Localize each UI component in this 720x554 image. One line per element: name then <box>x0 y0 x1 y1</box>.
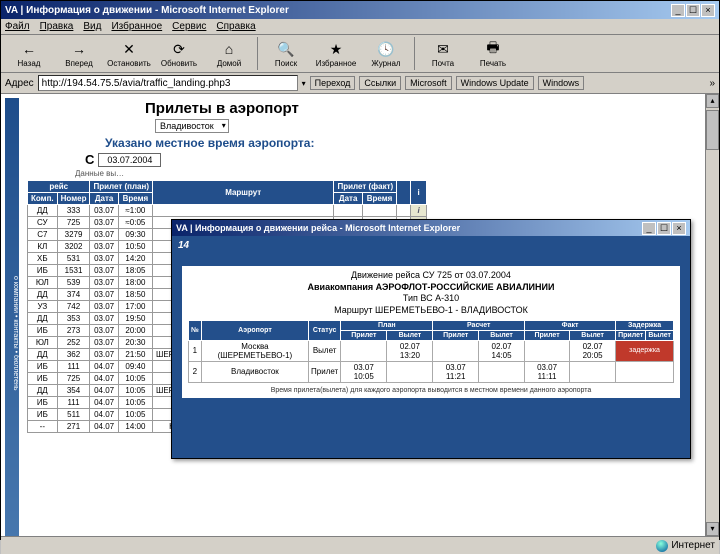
page-content: о компании • контакты • бюллетень Прилет… <box>1 94 719 536</box>
links-button[interactable]: Ссылки <box>359 76 401 90</box>
mail-icon: ✉ <box>433 39 453 59</box>
popup-maximize[interactable]: ☐ <box>657 222 671 235</box>
toolbar-mail[interactable]: ✉Почта <box>419 37 467 70</box>
menubar: Файл Правка Вид Избранное Сервис Справка <box>1 19 719 35</box>
address-label: Адрес <box>5 78 34 89</box>
popup-title: VA | Информация о движении рейса - Micro… <box>176 223 642 233</box>
menu-favorites[interactable]: Избранное <box>111 21 162 32</box>
maximize-button[interactable]: ☐ <box>686 4 700 17</box>
detail-row: 2ВладивостокПрилет03.07 10:0503.07 11:21… <box>189 361 674 382</box>
toolbar-favorites[interactable]: ★Избранное <box>312 37 360 70</box>
window-buttons: _ ☐ × <box>671 4 715 17</box>
main-ie-window: VA | Информация о движении - Microsoft I… <box>0 0 720 540</box>
toolbar-refresh[interactable]: ⟳Обновить <box>155 37 203 70</box>
home-icon: ⌂ <box>219 39 239 59</box>
flight-detail-popup: VA | Информация о движении рейса - Micro… <box>171 219 691 459</box>
popup-close[interactable]: × <box>672 222 686 235</box>
status-bar: Интернет <box>1 536 719 554</box>
date-input[interactable]: 03.07.2004 <box>98 153 161 167</box>
popup-header: Движение рейса СУ 725 от 03.07.2004 Авиа… <box>188 270 674 317</box>
menu-tools[interactable]: Сервис <box>172 21 206 32</box>
forward-icon: → <box>69 39 89 59</box>
link-windows[interactable]: Windows <box>538 76 585 90</box>
vertical-scrollbar[interactable]: ▴ ▾ <box>705 94 719 536</box>
favorites-icon: ★ <box>326 39 346 59</box>
popup-note: Время прилета(вылета) для каждого аэропо… <box>188 387 674 394</box>
page-title: Прилеты в аэропорт <box>145 100 715 117</box>
globe-icon <box>656 540 668 552</box>
search-icon: 🔍 <box>276 39 296 59</box>
main-window-title: VA | Информация о движении - Microsoft I… <box>5 5 671 16</box>
menu-help[interactable]: Справка <box>216 21 255 32</box>
stop-icon: ✕ <box>119 39 139 59</box>
refresh-icon: ⟳ <box>169 39 189 59</box>
address-bar: Адрес ▾ Переход Ссылки Microsoft Windows… <box>1 73 719 94</box>
menu-edit[interactable]: Правка <box>40 21 74 32</box>
detail-row: 1Москва (ШЕРЕМЕТЬЕВО-1)Вылет02.07 13:200… <box>189 340 674 361</box>
hdr-arrival: Прилет (план) <box>90 181 153 193</box>
hdr-fact: Прилет (факт) <box>334 181 397 193</box>
local-time-label: Указано местное время аэропорта: <box>105 136 715 150</box>
detail-table: № Аэропорт Статус План Расчет Факт Задер… <box>188 320 674 383</box>
scroll-thumb[interactable] <box>706 110 719 150</box>
toolbar-search[interactable]: 🔍Поиск <box>262 37 310 70</box>
history-icon: 🕓 <box>376 39 396 59</box>
hdr-flight: рейс <box>28 181 90 193</box>
from-label: С <box>85 152 94 167</box>
menu-file[interactable]: Файл <box>5 21 30 32</box>
scroll-down-icon[interactable]: ▾ <box>706 522 719 536</box>
toolbar-print[interactable]: 🖶Печать <box>469 37 517 70</box>
popup-logo: 14 <box>178 240 189 251</box>
go-button[interactable]: Переход <box>310 76 356 90</box>
data-stub: Данные вы… <box>75 169 715 178</box>
popup-minimize[interactable]: _ <box>642 222 656 235</box>
print-icon: 🖶 <box>483 39 503 59</box>
link-microsoft[interactable]: Microsoft <box>405 76 452 90</box>
toolbar-history[interactable]: 🕓Журнал <box>362 37 410 70</box>
status-internet: Интернет <box>656 540 715 552</box>
minimize-button[interactable]: _ <box>671 4 685 17</box>
toolbar-home[interactable]: ⌂Домой <box>205 37 253 70</box>
airport-select[interactable]: Владивосток <box>155 119 229 133</box>
close-button[interactable]: × <box>701 4 715 17</box>
menu-view[interactable]: Вид <box>83 21 101 32</box>
info-button[interactable]: i <box>411 205 427 217</box>
toolbar: ←Назад →Вперед ✕Остановить ⟳Обновить ⌂До… <box>1 35 719 73</box>
scroll-up-icon[interactable]: ▴ <box>706 94 719 108</box>
popup-titlebar: VA | Информация о движении рейса - Micro… <box>172 220 690 236</box>
main-titlebar: VA | Информация о движении - Microsoft I… <box>1 1 719 19</box>
toolbar-stop[interactable]: ✕Остановить <box>105 37 153 70</box>
toolbar-forward[interactable]: →Вперед <box>55 37 103 70</box>
link-winupdate[interactable]: Windows Update <box>456 76 534 90</box>
address-input[interactable] <box>38 75 298 91</box>
back-icon: ← <box>19 39 39 59</box>
toolbar-back[interactable]: ←Назад <box>5 37 53 70</box>
hdr-route: Маршрут <box>153 181 334 205</box>
table-row[interactable]: ДД33303.07≈1:00i <box>28 205 427 217</box>
side-banner[interactable]: о компании • контакты • бюллетень <box>5 98 19 536</box>
